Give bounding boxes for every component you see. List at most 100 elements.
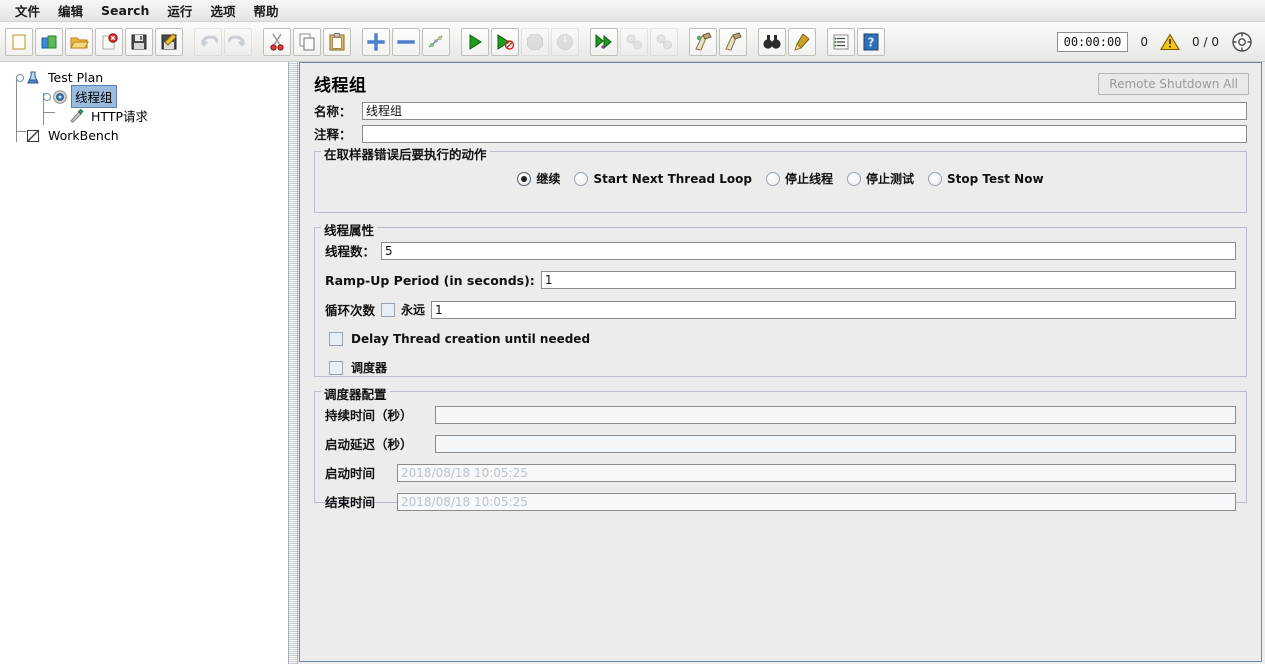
undo-button[interactable] [194, 27, 222, 56]
num-threads-input[interactable] [381, 241, 1236, 260]
test-plan-tree[interactable]: Test Plan 线程组 HTTP请求 WorkBench [0, 62, 288, 664]
tree-node-workbench[interactable]: WorkBench [6, 126, 288, 145]
radio-dot [765, 171, 780, 186]
radio-continue[interactable]: 继续 [517, 170, 560, 187]
plus-icon [367, 32, 385, 51]
remote-stop-all-button[interactable] [620, 27, 648, 56]
copy-icon [299, 33, 315, 50]
start-button[interactable] [461, 27, 489, 56]
shutdown-button[interactable] [551, 27, 579, 56]
radio-stop-test[interactable]: 停止测试 [846, 170, 914, 187]
end-time-input[interactable] [397, 492, 1236, 511]
error-action-radio-row: 继续 Start Next Thread Loop 停止线程 停止测试 Stop… [323, 162, 1238, 191]
warning-triangle-icon[interactable] [1160, 32, 1181, 51]
menu-run[interactable]: 运行 [158, 0, 201, 22]
startup-delay-input[interactable] [435, 434, 1236, 453]
stop-button[interactable] [521, 27, 549, 56]
save-as-icon [161, 32, 177, 49]
tree-node-http-request[interactable]: HTTP请求 [6, 106, 288, 125]
connection-icon[interactable] [1231, 31, 1253, 53]
delay-thread-creation-checkbox[interactable] [329, 332, 343, 346]
startup-delay-row: 启动延迟（秒） [323, 427, 1238, 456]
comment-field-row: 注释： [300, 121, 1261, 144]
start-time-input[interactable] [397, 463, 1236, 482]
ramp-up-row: Ramp-Up Period (in seconds): [323, 263, 1238, 292]
save-icon [131, 34, 147, 49]
remote-shutdown-all-button[interactable] [650, 27, 678, 56]
function-helper-button[interactable] [827, 27, 855, 56]
menu-help[interactable]: 帮助 [244, 0, 287, 22]
toolbar-separator [817, 28, 826, 56]
name-input[interactable] [362, 101, 1247, 120]
expand-toggle-thread-group[interactable] [41, 91, 52, 102]
start-no-pause-icon [497, 33, 515, 50]
toolbar-separator [184, 28, 193, 56]
toggle-icon [428, 34, 443, 48]
toolbar-separator [352, 28, 361, 56]
radio-stop-thread[interactable]: 停止线程 [765, 170, 833, 187]
close-button[interactable] [95, 27, 123, 56]
binoculars-icon [763, 34, 781, 49]
tree-node-thread-group[interactable]: 线程组 [6, 85, 288, 108]
cut-button[interactable] [263, 27, 291, 56]
expand-all-button[interactable] [362, 27, 390, 56]
paste-button[interactable] [323, 27, 351, 56]
help-button[interactable]: ? [857, 27, 885, 56]
remote-shutdown-all-panel-button[interactable]: Remote Shutdown All [1098, 72, 1249, 95]
menu-edit[interactable]: 编辑 [49, 0, 92, 22]
undo-icon [201, 34, 218, 47]
loop-count-label: 循环次数 [325, 303, 376, 318]
new-button[interactable] [5, 27, 33, 56]
save-as-button[interactable] [155, 27, 183, 56]
templates-icon [41, 35, 57, 48]
radio-stop-test-now[interactable]: Stop Test Now [928, 171, 1044, 186]
expand-toggle-test-plan[interactable] [14, 72, 25, 83]
search-reset-button[interactable] [788, 27, 816, 56]
error-count: 0 [1140, 34, 1149, 49]
num-threads-label: 线程数： [325, 244, 376, 259]
menu-file[interactable]: 文件 [6, 0, 49, 22]
menu-bar: 文件 编辑 Search 运行 选项 帮助 [0, 0, 1265, 22]
start-time-label: 启动时间 [325, 466, 376, 481]
paste-icon [329, 32, 345, 50]
comment-input[interactable] [362, 124, 1247, 143]
delay-thread-creation-label: Delay Thread creation until needed [351, 332, 591, 346]
templates-button[interactable] [35, 27, 63, 56]
page-title: 线程组 [314, 76, 367, 96]
clear-all-button[interactable] [719, 27, 747, 56]
tree-node-test-plan[interactable]: Test Plan [6, 68, 288, 87]
radio-label: 停止测试 [865, 172, 914, 186]
search-button[interactable] [758, 27, 786, 56]
menu-options[interactable]: 选项 [201, 0, 244, 22]
end-time-row: 结束时间 [323, 485, 1238, 514]
elapsed-timer: 00:00:00 [1056, 31, 1129, 52]
duration-input[interactable] [435, 405, 1236, 424]
list-icon [833, 34, 849, 49]
clear-button[interactable] [689, 27, 717, 56]
toolbar-status-area: 00:00:00 0 0 / 0 [1056, 31, 1261, 53]
scheduler-checkbox[interactable] [329, 360, 343, 375]
start-time-row: 启动时间 [323, 456, 1238, 485]
radio-dot [846, 171, 861, 186]
collapse-all-button[interactable] [392, 27, 420, 56]
remote-start-all-button[interactable] [590, 27, 618, 56]
pane-splitter[interactable] [288, 62, 298, 664]
error-action-group: 在取样器错误后要执行的动作 继续 Start Next Thread Loop … [314, 144, 1247, 213]
duration-row: 持续时间（秒） [323, 402, 1238, 427]
radio-label: 继续 [536, 172, 561, 186]
start-no-pauses-button[interactable] [491, 27, 519, 56]
save-button[interactable] [125, 27, 153, 56]
stop-icon [527, 33, 543, 50]
tree-root: Test Plan 线程组 HTTP请求 WorkBench [0, 62, 288, 145]
ramp-up-input[interactable] [540, 271, 1236, 289]
radio-start-next-thread-loop[interactable]: Start Next Thread Loop [574, 171, 752, 186]
loop-count-input[interactable] [431, 300, 1236, 319]
redo-button[interactable] [224, 27, 252, 56]
menu-search[interactable]: Search [92, 1, 158, 20]
radio-dot [928, 171, 942, 186]
forever-checkbox[interactable] [381, 302, 396, 317]
copy-button[interactable] [293, 27, 321, 56]
toggle-button[interactable] [422, 27, 450, 56]
remote-shut-icon [656, 34, 672, 49]
open-button[interactable] [65, 27, 93, 56]
